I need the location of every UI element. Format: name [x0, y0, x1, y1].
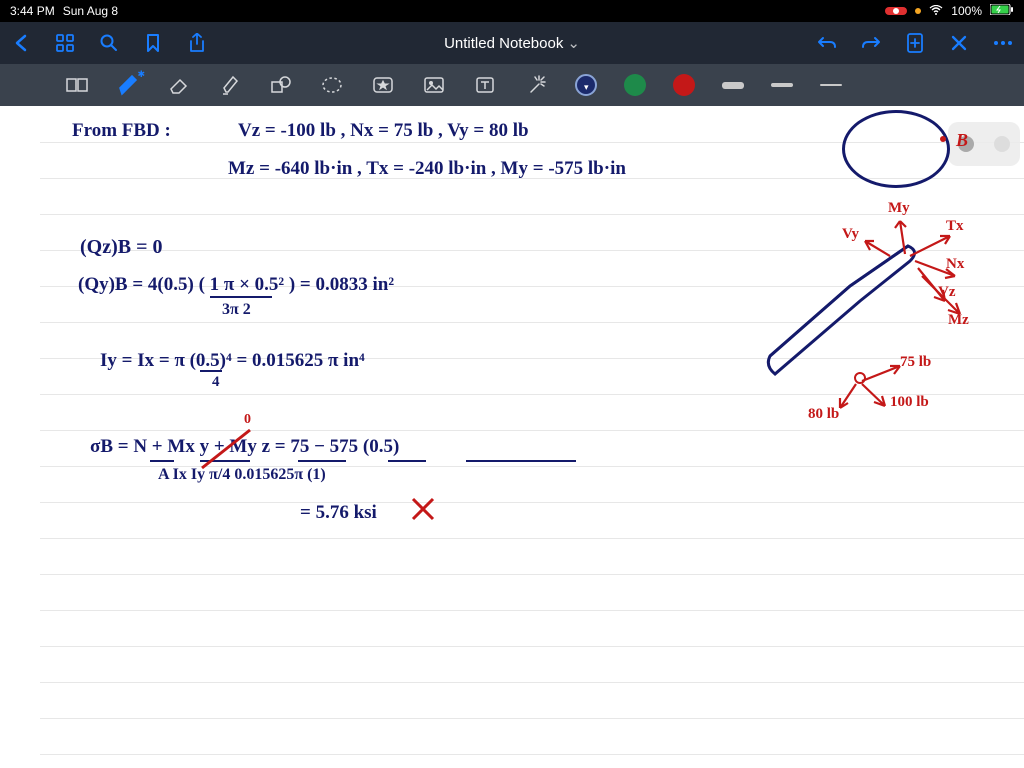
bookmark-button[interactable]	[142, 32, 164, 54]
red-strike-1	[198, 426, 254, 472]
color-green[interactable]	[624, 74, 646, 96]
stroke-medium[interactable]	[771, 83, 793, 87]
screen-record-indicator[interactable]	[885, 7, 907, 15]
hw-frac-bar-5	[298, 460, 346, 462]
shape-tool[interactable]	[269, 73, 293, 97]
document-title[interactable]: Untitled Notebook ⌄	[208, 34, 816, 52]
wifi-icon	[929, 4, 943, 18]
image-tool[interactable]	[422, 73, 446, 97]
hw-frac-bar-6	[388, 460, 426, 462]
nav-left	[10, 32, 208, 54]
hw-line3: (Qz)B = 0	[80, 236, 163, 259]
status-date: Sun Aug 8	[63, 4, 118, 18]
back-button[interactable]	[10, 32, 32, 54]
label-100lb: 100 lb	[890, 394, 929, 411]
chevron-down-icon: ⌄	[567, 34, 580, 52]
color-navy[interactable]: ▾	[575, 74, 597, 96]
hw-line7: = 5.76 ksi	[300, 502, 377, 524]
label-Nx: Nx	[946, 256, 964, 273]
hw-line4: (Qy)B = 4(0.5) ( 1 π × 0.5² ) = 0.0833 i…	[78, 274, 394, 296]
hw-frac-bar-3	[150, 460, 174, 462]
tool-bar: ✱ ▾	[0, 64, 1024, 106]
diagram-section-circle	[842, 110, 950, 188]
hw-frac-bar-1	[210, 296, 272, 298]
highlighter-tool[interactable]	[218, 73, 242, 97]
label-My: My	[888, 200, 910, 217]
hw-line1b: Vz = -100 lb , Nx = 75 lb , Vy = 80 lb	[238, 120, 529, 142]
add-page-button[interactable]	[904, 32, 926, 54]
note-canvas[interactable]: From FBD : Vz = -100 lb , Nx = 75 lb , V…	[0, 106, 1024, 768]
label-Tx: Tx	[946, 218, 964, 235]
hw-line1a: From FBD :	[72, 120, 171, 142]
stroke-thin[interactable]	[820, 84, 842, 87]
fp-dot-2[interactable]	[994, 136, 1010, 152]
favorites-tool[interactable]	[371, 73, 395, 97]
eraser-tool[interactable]	[167, 73, 191, 97]
close-button[interactable]	[948, 32, 970, 54]
grid-view-button[interactable]	[54, 32, 76, 54]
hw-frac-bar-2	[200, 370, 222, 372]
lasso-tool[interactable]	[320, 73, 344, 97]
color-red[interactable]	[673, 74, 695, 96]
search-button[interactable]	[98, 32, 120, 54]
diagram-fbd	[750, 206, 1000, 416]
hw-line5b: 4	[212, 374, 220, 391]
nav-right	[816, 32, 1014, 54]
label-80lb: 80 lb	[808, 406, 839, 423]
battery-icon	[990, 4, 1014, 18]
red-zero: 0	[244, 412, 251, 428]
laser-tool[interactable]	[524, 73, 548, 97]
status-time: 3:44 PM	[10, 4, 55, 18]
share-button[interactable]	[186, 32, 208, 54]
more-button[interactable]	[992, 32, 1014, 54]
text-tool[interactable]	[473, 73, 497, 97]
status-bar: 3:44 PM Sun Aug 8 100%	[0, 0, 1024, 22]
hw-line4b: 3π 2	[222, 301, 251, 319]
stroke-thick[interactable]	[722, 82, 744, 89]
status-right: 100%	[885, 4, 1014, 18]
nav-bar: Untitled Notebook ⌄	[0, 22, 1024, 64]
label-Vz: Vz	[938, 284, 956, 301]
hw-frac-bar-7	[466, 460, 576, 462]
status-left: 3:44 PM Sun Aug 8	[10, 4, 118, 18]
title-text: Untitled Notebook	[444, 35, 563, 52]
hw-line2: Mz = -640 lb·in , Tx = -240 lb·in , My =…	[228, 158, 626, 180]
label-Vy: Vy	[842, 226, 859, 243]
undo-button[interactable]	[816, 32, 838, 54]
red-strike-2	[410, 496, 436, 522]
point-B	[940, 136, 946, 142]
readonly-tool[interactable]	[65, 73, 89, 97]
battery-percent: 100%	[951, 4, 982, 18]
pen-tool[interactable]: ✱	[116, 73, 140, 97]
label-B: B	[956, 130, 968, 151]
label-Mz: Mz	[948, 312, 969, 329]
redo-button[interactable]	[860, 32, 882, 54]
label-75lb: 75 lb	[900, 354, 931, 371]
mic-indicator-dot	[915, 8, 921, 14]
hw-line5: Iy = Ix = π (0.5)⁴ = 0.015625 π in⁴	[100, 350, 365, 372]
